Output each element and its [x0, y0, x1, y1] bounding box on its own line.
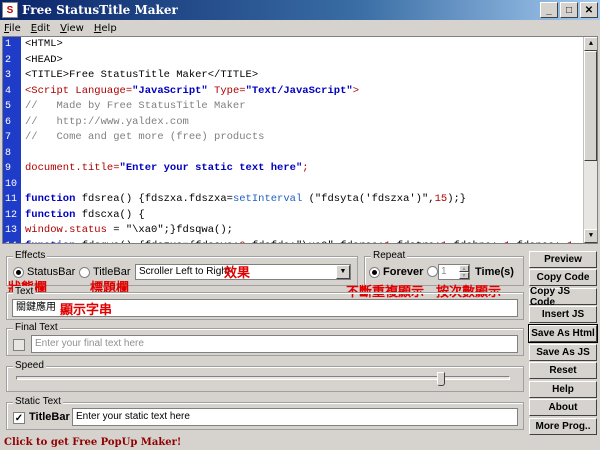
static-text-value: Enter your static text here — [76, 411, 190, 422]
about-button[interactable]: About — [529, 399, 597, 416]
line-number: 3 — [5, 70, 12, 81]
code-text: <HEAD> — [25, 53, 63, 66]
speed-slider-thumb[interactable] — [436, 372, 445, 386]
reset-button[interactable]: Reset — [529, 362, 597, 379]
copy-js-code-button[interactable]: Copy JS Code — [529, 286, 597, 308]
maximize-button[interactable]: □ — [560, 2, 578, 18]
scroll-down-icon[interactable]: ▼ — [584, 229, 597, 243]
forever-radio[interactable]: Forever — [369, 266, 423, 278]
code-line: 11 function fdsrea() {fdszxa.fdszxa=setIn… — [3, 192, 583, 208]
times-value: 1 — [441, 266, 447, 277]
effects-legend: Effects — [13, 250, 48, 261]
effect-select-value: Scroller Left to Right — [139, 266, 230, 277]
title-bar: S Free StatusTitle Maker _ □ ✕ — [0, 0, 600, 20]
code-line: 9 document.title="Enter your static text … — [3, 161, 583, 177]
annotation-text: 顯示字串 — [60, 302, 113, 317]
times-spinner[interactable]: 1 ▲ ▼ — [438, 264, 470, 280]
code-text: <TITLE>Free StatusTitle Maker</TITLE> — [25, 69, 259, 81]
app-icon: S — [2, 2, 18, 18]
text-input-value: 關鍵應用 — [16, 302, 56, 313]
status-link[interactable]: Click to get Free PopUp Maker! — [0, 436, 600, 450]
code-text: // http://www.yaldex.com — [25, 115, 189, 128]
code-line: 3 <TITLE>Free StatusTitle Maker</TITLE> — [3, 68, 583, 84]
code-line: 7 // Come and get more (free) products — [3, 130, 583, 146]
forever-radio-label: Forever — [383, 266, 424, 278]
times-radio[interactable] — [427, 266, 438, 277]
line-number: 6 — [5, 116, 12, 128]
code-text: window.status = "\xa0";}fdsqwa(); — [25, 224, 233, 236]
speed-slider-track[interactable] — [16, 376, 510, 380]
text-legend: Text — [13, 286, 36, 297]
line-number: 4 — [5, 85, 12, 97]
code-text: <HTML> — [25, 38, 63, 50]
final-text-placeholder: Enter your final text here — [35, 338, 144, 349]
menu-edit[interactable]: Edit — [31, 23, 50, 34]
line-number: 14 — [3, 239, 21, 244]
code-text: function fdsrea() {fdszxa.fdszxa=setInte… — [25, 193, 467, 205]
code-text: function fdsqwa() {fdszxa={fdscva:0,fdsf… — [21, 240, 580, 244]
save-as-js-button[interactable]: Save As JS — [529, 344, 597, 361]
menu-help[interactable]: Help — [94, 23, 117, 34]
code-text: function fdscxa() { — [25, 208, 145, 221]
line-number: 12 — [5, 209, 18, 221]
line-number: 2 — [5, 54, 12, 66]
save-as-html-button[interactable]: Save As Html — [528, 324, 598, 343]
minimize-button[interactable]: _ — [540, 2, 558, 18]
more-programs-button[interactable]: More Prog.. — [529, 418, 597, 435]
line-number: 8 — [5, 147, 12, 159]
preview-button[interactable]: Preview — [529, 251, 597, 268]
code-line: 6 // http://www.yaldex.com — [3, 115, 583, 131]
menu-bar: File Edit View Help — [0, 20, 600, 36]
editor-scrollbar[interactable]: ▲ ▼ — [583, 37, 597, 243]
repeat-legend: Repeat — [371, 250, 408, 261]
static-text-legend: Static Text — [13, 396, 63, 407]
line-number: 9 — [5, 163, 12, 174]
code-line: 14function fdsqwa() {fdszxa={fdscva:0,fd… — [3, 239, 583, 244]
line-number: 1 — [5, 39, 12, 50]
code-line: 5 // Made by Free StatusTitle Maker — [3, 99, 583, 115]
annotation-effects: 效果 — [224, 265, 251, 280]
code-line: 1 <HTML> — [3, 37, 583, 53]
code-text: // Come and get more (free) products — [25, 131, 265, 143]
menu-view[interactable]: View — [60, 23, 84, 34]
code-editor[interactable]: 1 <HTML> 2 <HEAD> 3 <TITLE>Free StatusTitle M… — [2, 36, 598, 244]
code-line: 13 window.status = "\xa0";}fdsqwa(); — [3, 223, 583, 239]
scroll-up-icon[interactable]: ▲ — [584, 37, 597, 51]
final-text-input[interactable]: Enter your final text here — [31, 335, 518, 353]
menu-file[interactable]: File — [4, 23, 21, 34]
final-text-checkbox[interactable] — [13, 339, 25, 351]
speed-legend: Speed — [13, 360, 46, 371]
chevron-down-icon[interactable]: ▼ — [336, 265, 350, 279]
code-text: <Script Language="JavaScript" Type="Text… — [25, 84, 359, 97]
line-number: 10 — [5, 178, 18, 190]
line-number: 5 — [5, 101, 12, 112]
code-line: 12 function fdscxa() { — [3, 208, 583, 224]
line-number: 11 — [5, 194, 18, 205]
times-label: Time(s) — [475, 266, 514, 278]
code-line: 2 <HEAD> — [3, 53, 583, 69]
code-line: 8 — [3, 146, 583, 162]
scroll-thumb[interactable] — [584, 51, 597, 161]
static-text-checkbox[interactable]: ✓ — [13, 412, 25, 424]
code-text: // Made by Free StatusTitle Maker — [25, 100, 246, 112]
code-line: 10 — [3, 177, 583, 193]
close-button[interactable]: ✕ — [580, 2, 598, 18]
static-text-input[interactable]: Enter your static text here — [72, 408, 518, 426]
final-text-legend: Final Text — [13, 322, 60, 333]
spin-down-icon[interactable]: ▼ — [459, 272, 469, 279]
code-text: document.title="Enter your static text h… — [25, 162, 309, 174]
line-number: 7 — [5, 132, 12, 143]
insert-js-button[interactable]: Insert JS — [529, 306, 597, 323]
help-button[interactable]: Help — [529, 381, 597, 398]
static-text-checkbox-label: TitleBar — [29, 411, 70, 423]
copy-code-button[interactable]: Copy Code — [529, 269, 597, 286]
code-line: 4 <Script Language="JavaScript" Type="Tex… — [3, 84, 583, 100]
window-title: Free StatusTitle Maker — [22, 3, 178, 17]
line-number: 13 — [5, 225, 18, 236]
effects-group: Effects StatusBar TitleBar Scroller Left… — [6, 250, 358, 286]
